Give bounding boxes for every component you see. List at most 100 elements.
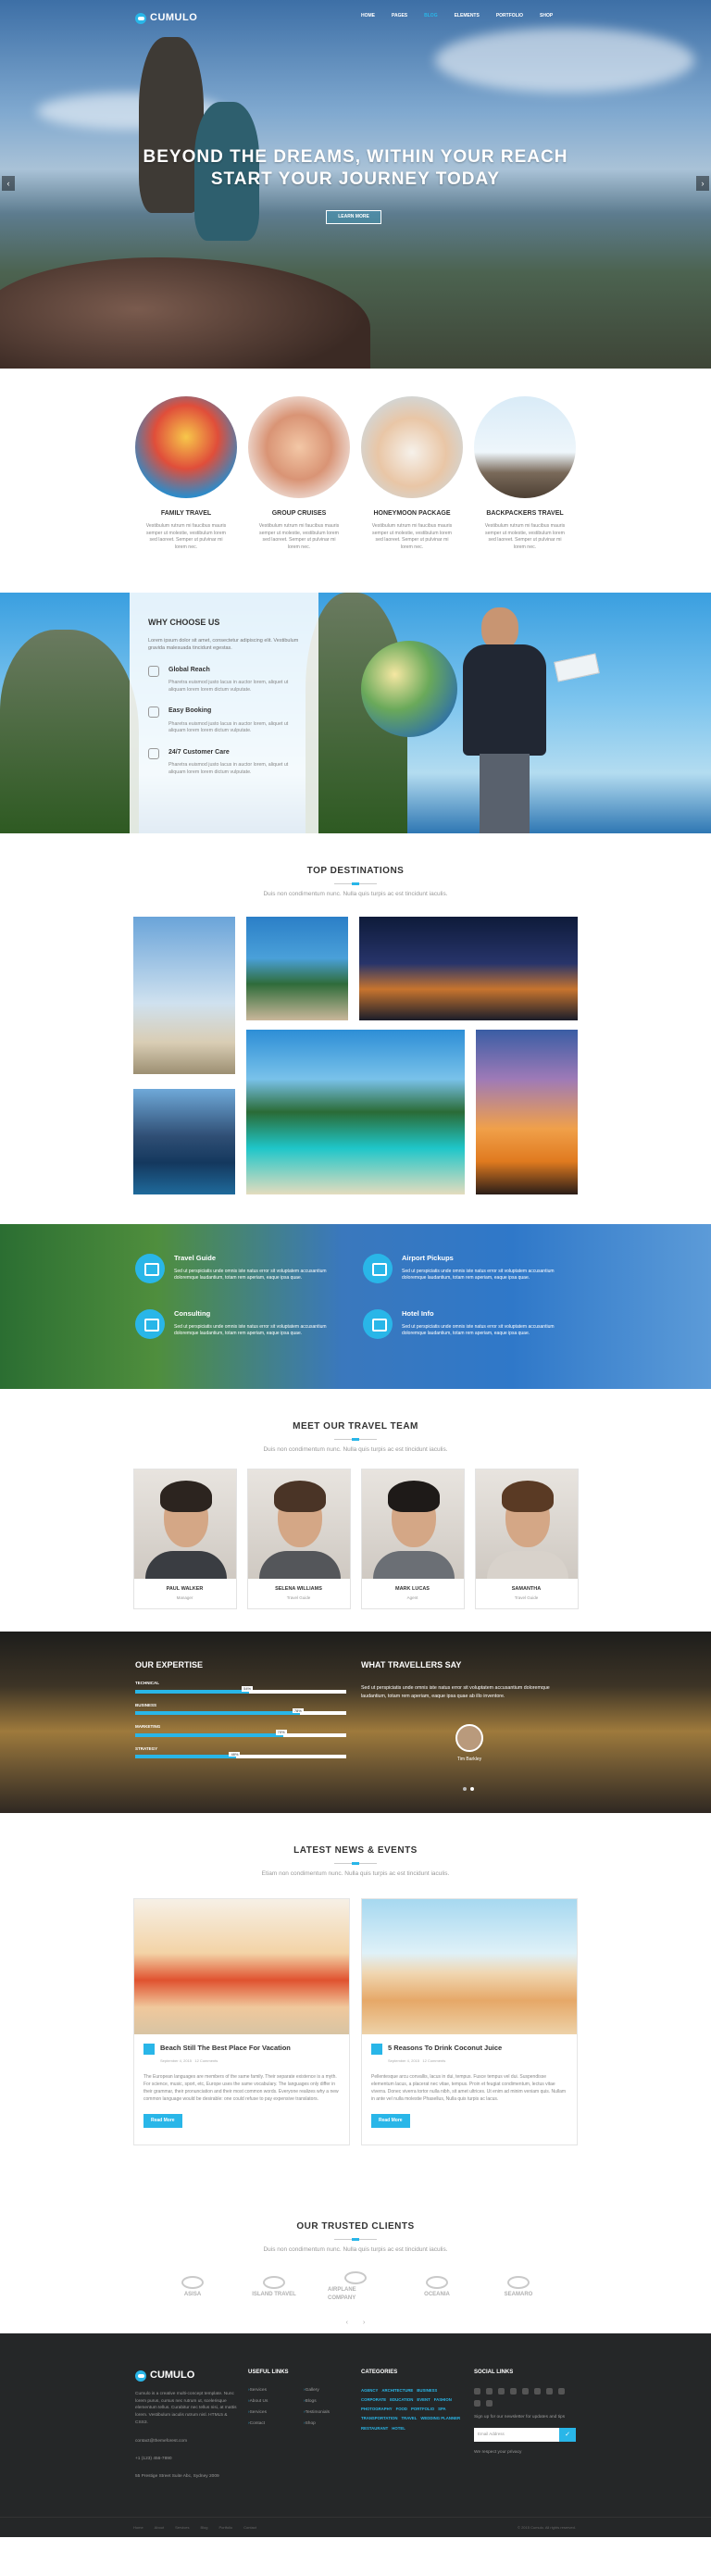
pager-dot-active[interactable]	[470, 1787, 474, 1791]
menu-item-blog[interactable]: BLOG	[424, 13, 437, 19]
slider-prev-arrow-icon[interactable]: ‹	[2, 176, 15, 191]
testimonial-title: WHAT TRAVELLERS SAY	[361, 1660, 462, 1669]
category-tag[interactable]: Agency	[361, 2388, 378, 2394]
category-tag[interactable]: Education	[390, 2397, 413, 2403]
rss-icon[interactable]	[486, 2399, 493, 2407]
site-logo[interactable]: CUMULO	[135, 11, 197, 26]
destination-coast-town[interactable]	[246, 916, 348, 1020]
instagram-icon[interactable]	[534, 2387, 541, 2395]
learn-more-button[interactable]: LEARN MORE	[326, 210, 381, 224]
menu-item-pages[interactable]: PAGES	[392, 13, 407, 19]
why-panel: WHY CHOOSE US Lorem ipsum dolor sit amet…	[130, 593, 318, 833]
destination-eiffel[interactable]	[476, 1029, 578, 1194]
flickr-icon[interactable]	[546, 2387, 553, 2395]
footer-bottom-link[interactable]: Home	[133, 2525, 143, 2531]
hero-heading: BEYOND THE DREAMS, WITHIN YOUR REACH STA…	[143, 147, 568, 189]
read-more-button[interactable]: Read More	[143, 2113, 182, 2128]
footer-link[interactable]: Contact	[248, 2421, 304, 2428]
wave-icon	[507, 2275, 530, 2289]
category-tag[interactable]: Hotel	[392, 2426, 405, 2432]
footer-bottom-link[interactable]: About	[155, 2525, 164, 2531]
client-logo[interactable]: ASISA	[165, 2269, 220, 2306]
client-logo[interactable]: SEAMARO	[491, 2269, 546, 2306]
news-title[interactable]: 5 Reasons To Drink Coconut Juice	[388, 2044, 502, 2054]
skill-bar: MARKETING 70%	[135, 1724, 346, 1737]
category-tag[interactable]: Wedding Planner	[420, 2416, 460, 2421]
feature-airport-pickups: Airport Pickups Sed ut perspiciatis unde …	[363, 1254, 557, 1283]
wave-icon	[181, 2275, 204, 2289]
service-group-cruises[interactable]: GROUP CRUISES Vestibulum rutrum mi fauci…	[247, 396, 351, 551]
category-tag[interactable]: Transportation	[361, 2416, 397, 2421]
menu-item-elements[interactable]: ELEMENTS	[455, 13, 480, 19]
category-tag[interactable]: Architecture	[381, 2388, 413, 2394]
calendar-icon	[148, 707, 159, 719]
service-text: Vestibulum rutrum mi faucibus mauris sem…	[258, 523, 340, 550]
newsletter-email-input[interactable]: Email Address	[474, 2428, 559, 2443]
footer-link[interactable]: Shop	[304, 2421, 359, 2428]
footer-email[interactable]: contact@themeforest.com	[135, 2439, 239, 2445]
category-tag[interactable]: Food	[396, 2407, 407, 2412]
skill-label: STRATEGY	[135, 1745, 158, 1751]
footer-link[interactable]: Services	[248, 2410, 304, 2417]
category-tag[interactable]: Spa	[438, 2407, 446, 2412]
destination-tropical-beach[interactable]	[246, 1029, 465, 1194]
twitter-icon[interactable]	[486, 2387, 493, 2395]
footer-bottom-link[interactable]: Services	[175, 2525, 189, 2531]
footer-social: SOCIAL LINKS Sign up for our newsletter …	[474, 2369, 578, 2457]
news-image[interactable]	[134, 1898, 349, 2034]
category-tag[interactable]: Portfolio	[411, 2407, 434, 2412]
service-text: Vestibulum rutrum mi faucibus mauris sem…	[371, 523, 453, 550]
vimeo-icon[interactable]	[474, 2399, 480, 2407]
chevron-left-icon[interactable]: ‹	[346, 2319, 348, 2328]
footer-bottom-link[interactable]: Contact	[243, 2525, 256, 2531]
client-logo[interactable]: ISLAND TRAVEL	[246, 2269, 302, 2306]
slider-next-arrow-icon[interactable]: ›	[696, 176, 709, 191]
footer-logo[interactable]: CUMULO	[135, 2369, 239, 2383]
category-tag[interactable]: Travel	[401, 2416, 417, 2421]
category-tag[interactable]: Business	[417, 2388, 437, 2394]
team-member-card[interactable]: SELENA WILLIAMS Travel Guide	[246, 1468, 351, 1610]
facebook-icon[interactable]	[474, 2387, 480, 2395]
footer-link[interactable]: Blogs	[304, 2399, 359, 2406]
client-logo[interactable]: AIRPLANE COMPANY	[328, 2269, 383, 2306]
team-member-card[interactable]: MARK LUCAS Agent	[360, 1468, 465, 1610]
category-tag[interactable]: Photography	[361, 2407, 393, 2412]
check-icon[interactable]: ✓	[559, 2428, 576, 2443]
destination-bridge-night[interactable]	[359, 916, 578, 1020]
pinterest-icon[interactable]	[522, 2387, 529, 2395]
category-tag[interactable]: Fashion	[434, 2397, 452, 2403]
menu-item-home[interactable]: HOME	[361, 13, 375, 19]
service-family-travel[interactable]: FAMILY TRAVEL Vestibulum rutrum mi fauci…	[134, 396, 238, 551]
client-logo[interactable]: OCEANIA	[409, 2269, 465, 2306]
team-member-card[interactable]: SAMANTHA Travel Guide	[474, 1468, 579, 1610]
footer-link[interactable]: Testimonials	[304, 2410, 359, 2417]
category-tag[interactable]: Event	[417, 2397, 430, 2403]
cloud-logo-icon	[135, 12, 146, 24]
title-divider	[334, 1437, 377, 1441]
footer-link[interactable]: Gallery	[304, 2388, 359, 2395]
why-title: WHY CHOOSE US	[148, 618, 220, 627]
menu-item-portfolio[interactable]: PORTFOLIO	[496, 13, 523, 19]
service-backpackers-travel[interactable]: BACKPACKERS TRAVEL Vestibulum rutrum mi …	[473, 396, 577, 551]
menu-item-shop[interactable]: SHOP	[540, 13, 553, 19]
category-tag[interactable]: Restaurant	[361, 2426, 388, 2432]
footer-bottom-link[interactable]: Blog	[200, 2525, 207, 2531]
team-member-card[interactable]: PAUL WALKER Manager	[132, 1468, 237, 1610]
google-plus-icon[interactable]	[498, 2387, 505, 2395]
service-honeymoon-package[interactable]: HONEYMOON PACKAGE Vestibulum rutrum mi f…	[360, 396, 464, 551]
youtube-icon[interactable]	[558, 2387, 565, 2395]
category-tag[interactable]: Corporate	[361, 2397, 386, 2403]
destination-pisa[interactable]	[133, 916, 235, 1074]
destination-fjord[interactable]	[133, 1088, 235, 1194]
pager-dot[interactable]	[463, 1787, 467, 1791]
footer-bottom-link[interactable]: Portfolio	[218, 2525, 232, 2531]
footer-link[interactable]: Services	[248, 2388, 304, 2395]
avatar	[133, 1469, 236, 1579]
footer-link[interactable]: About Us	[248, 2399, 304, 2406]
read-more-button[interactable]: Read More	[371, 2113, 410, 2128]
news-image[interactable]	[362, 1898, 577, 2034]
linkedin-icon[interactable]	[510, 2387, 517, 2395]
chevron-right-icon[interactable]: ›	[363, 2319, 365, 2328]
news-title[interactable]: Beach Still The Best Place For Vacation	[160, 2044, 291, 2054]
news-meta: September 4, 2015 12 Comments	[388, 2057, 446, 2063]
